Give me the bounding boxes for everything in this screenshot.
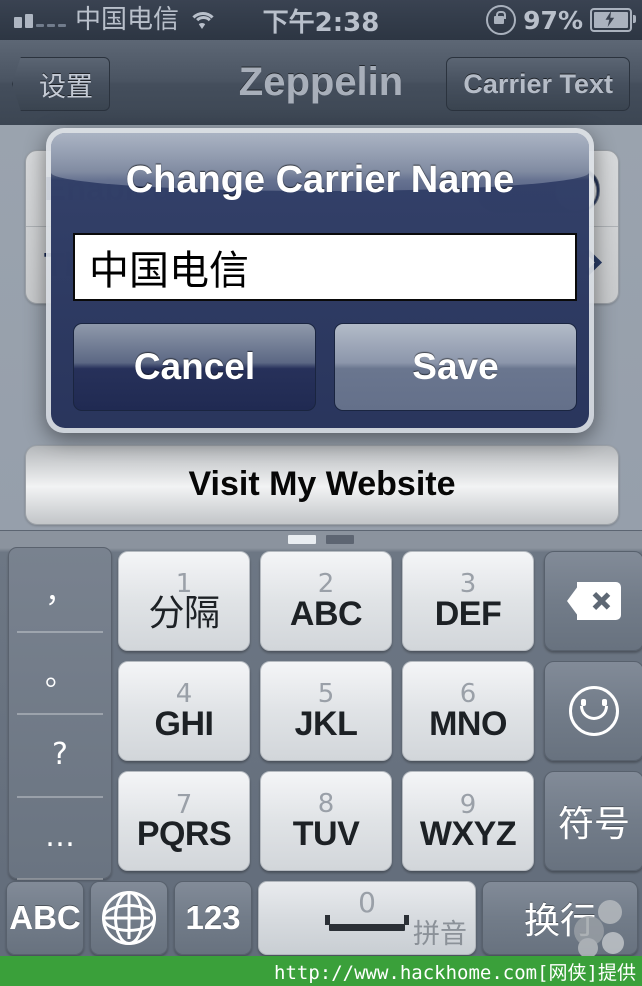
settings-group-website: Visit My Website <box>25 445 619 525</box>
symbols-key[interactable]: 符号 <box>544 771 642 871</box>
key-3-letters: DEF <box>434 595 502 633</box>
rotation-lock-icon <box>486 5 517 35</box>
space-key-label: 拼音 <box>413 919 467 950</box>
carrier-name-input-value: 中国电信 <box>89 248 249 294</box>
keyboard: ， 。 ? … 1 分隔 2 ABC 3 DEF 4 GHI 5 JKL 6 M… <box>0 530 642 957</box>
key-6[interactable]: 6 MNO <box>402 661 534 761</box>
globe-key[interactable] <box>90 881 168 955</box>
keyboard-handle-light <box>288 535 316 544</box>
key-6-number: 6 <box>459 679 477 709</box>
key-4[interactable]: 4 GHI <box>118 661 250 761</box>
key-comma[interactable]: ， <box>9 548 111 631</box>
back-button[interactable]: 设置 <box>12 57 110 111</box>
cancel-button-label: Cancel <box>133 346 256 387</box>
key-5-letters: JKL <box>294 705 358 743</box>
key-period[interactable]: 。 <box>9 630 111 714</box>
alert-inner: Change Carrier Name 中国电信 Cancel Save <box>51 133 589 428</box>
delete-icon <box>567 582 621 620</box>
key-3-number: 3 <box>459 569 477 599</box>
save-button[interactable]: Save <box>334 323 577 411</box>
key-9-letters: WXYZ <box>419 814 517 853</box>
key-ellipsis[interactable]: … <box>9 795 111 880</box>
carrier-name-input[interactable]: 中国电信 <box>73 233 577 301</box>
footer-watermark-bar: http://www.hackhome.com[网侠]提供 <box>0 956 642 986</box>
key-9[interactable]: 9 WXYZ <box>402 771 534 871</box>
carrier-text-button[interactable]: Carrier Text <box>446 57 630 111</box>
delete-key[interactable] <box>544 551 642 651</box>
smiley-icon <box>569 686 619 736</box>
keyboard-handle-dark <box>326 535 354 544</box>
key-8-number: 8 <box>317 789 335 819</box>
return-key-label: 换行 <box>523 901 596 942</box>
key-6-letters: MNO <box>429 705 507 743</box>
status-bar-right: 97% <box>486 0 636 40</box>
key-7-number: 7 <box>175 789 193 820</box>
save-button-label: Save <box>412 346 499 387</box>
key-8[interactable]: 8 TUV <box>260 771 392 871</box>
keyboard-row-3: 7 PQRS 8 TUV 9 WXYZ 符号 <box>118 767 642 871</box>
emoji-key[interactable] <box>544 661 642 761</box>
key-1-letters: 分隔 <box>148 593 220 634</box>
globe-icon <box>102 891 156 945</box>
key-8-letters: TUV <box>292 815 360 853</box>
key-5[interactable]: 5 JKL <box>260 661 392 761</box>
key-3[interactable]: 3 DEF <box>402 551 534 651</box>
space-key[interactable]: 0 拼音 <box>258 881 476 955</box>
visit-website-row[interactable]: Visit My Website <box>26 446 618 522</box>
keyboard-rows: ， 。 ? … 1 分隔 2 ABC 3 DEF 4 GHI 5 JKL 6 M… <box>0 547 642 880</box>
cancel-button[interactable]: Cancel <box>73 323 316 411</box>
key-5-number: 5 <box>317 679 335 709</box>
numbers-key[interactable]: 123 <box>174 881 252 955</box>
battery-percent: 97% <box>523 5 583 35</box>
navigation-bar: Zeppelin 设置 Carrier Text <box>0 40 642 126</box>
alert-title: Change Carrier Name <box>125 159 515 201</box>
key-4-letters: GHI <box>154 705 214 743</box>
key-7[interactable]: 7 PQRS <box>118 771 250 871</box>
status-bar-clock: 下午2:38 <box>262 7 380 38</box>
abc-key[interactable]: ABC <box>6 881 84 955</box>
punctuation-column-key[interactable]: ， 。 ? … <box>8 547 112 880</box>
iphone-screen: 中国电信 下午2:38 97% Zeppelin 设置 Carrier Text <box>0 0 642 986</box>
key-4-number: 4 <box>175 679 193 709</box>
keyboard-bottom-row: ABC 123 0 拼音 换行 <box>0 881 642 955</box>
key-1[interactable]: 1 分隔 <box>118 551 250 651</box>
key-question[interactable]: ? <box>9 713 111 796</box>
key-7-letters: PQRS <box>136 814 232 853</box>
back-button-label: 设置 <box>39 71 93 102</box>
carrier-text-label: Carrier Text <box>463 68 613 99</box>
abc-key-label: ABC <box>9 899 81 936</box>
key-9-number: 9 <box>459 789 477 820</box>
key-2-number: 2 <box>317 569 335 599</box>
numbers-key-label: 123 <box>185 899 241 936</box>
status-bar: 中国电信 下午2:38 97% <box>0 0 642 40</box>
key-2-letters: ABC <box>289 595 363 633</box>
space-bar-icon <box>325 915 409 931</box>
keyboard-handle[interactable] <box>0 535 642 547</box>
footer-watermark-text: http://www.hackhome.com[网侠]提供 <box>274 961 636 984</box>
change-carrier-name-alert: Change Carrier Name 中国电信 Cancel Save <box>46 128 594 433</box>
visit-website-label: Visit My Website <box>188 464 456 503</box>
alert-buttons: Cancel Save <box>73 323 577 411</box>
return-key[interactable]: 换行 <box>482 881 638 955</box>
keyboard-row-2: 4 GHI 5 JKL 6 MNO <box>118 657 642 761</box>
symbols-key-label: 符号 <box>557 804 630 845</box>
key-2[interactable]: 2 ABC <box>260 551 392 651</box>
keyboard-row-1: 1 分隔 2 ABC 3 DEF <box>118 547 642 651</box>
battery-charging-icon <box>590 8 636 32</box>
